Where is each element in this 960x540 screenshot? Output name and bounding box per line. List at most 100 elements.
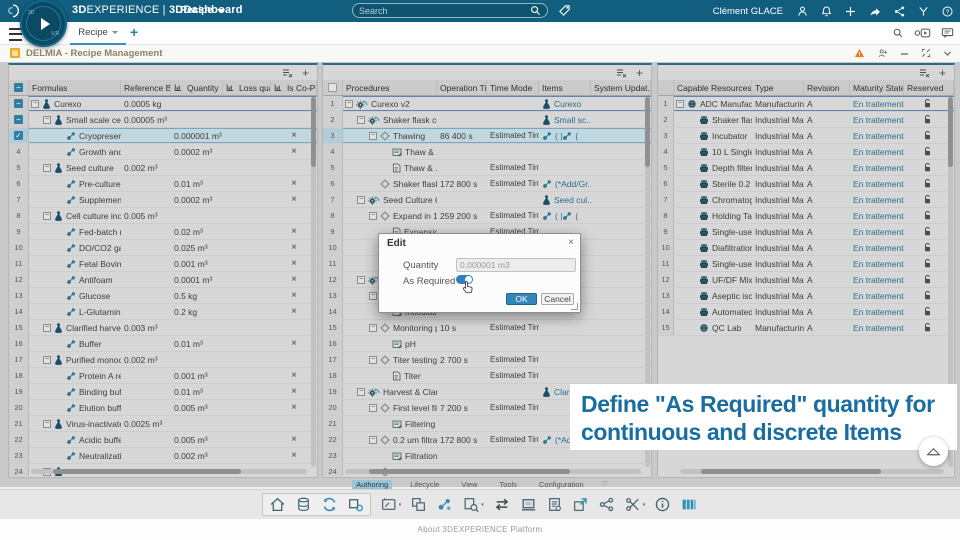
- horizontal-scrollbar[interactable]: [31, 469, 307, 474]
- table-row[interactable]: 2 Shaker flask Industrial Mac... A En tr…: [658, 112, 954, 128]
- table-row[interactable]: 18 Protein A resin 0.001 m³ ×: [9, 368, 317, 384]
- expander-icon[interactable]: −: [357, 275, 365, 284]
- expander-icon[interactable]: −: [31, 99, 39, 108]
- expander-icon[interactable]: −: [369, 323, 377, 332]
- row-head[interactable]: 16: [323, 336, 343, 351]
- row-head[interactable]: 8: [658, 208, 674, 223]
- row-head[interactable]: 11: [658, 256, 674, 271]
- row-checkbox[interactable]: −: [14, 99, 23, 108]
- column-header[interactable]: Capable Resources: [674, 80, 752, 95]
- column-header[interactable]: Reference Bat...: [121, 80, 171, 95]
- row-checkbox[interactable]: ✓: [14, 131, 23, 140]
- share-user-icon[interactable]: [877, 48, 888, 58]
- resize-grip[interactable]: [571, 303, 578, 310]
- product-structure-icon[interactable]: [347, 496, 364, 513]
- tag-icon[interactable]: [558, 4, 571, 17]
- row-head[interactable]: 9: [658, 224, 674, 239]
- search-input[interactable]: Search: [352, 3, 548, 18]
- table-row[interactable]: 22 Acidic buffer... 0.005 m³ ×: [9, 432, 317, 448]
- row-head[interactable]: 15: [658, 320, 674, 335]
- add-row-icon[interactable]: +: [939, 67, 946, 79]
- table-row[interactable]: 10 Diafiltration skid Industrial Mac... …: [658, 240, 954, 256]
- row-head[interactable]: 2: [658, 112, 674, 127]
- row-head[interactable]: 10: [9, 240, 29, 255]
- row-head[interactable]: 16: [9, 336, 29, 351]
- add-tab-button[interactable]: +: [130, 24, 138, 40]
- warning-icon[interactable]: [854, 48, 865, 58]
- row-head[interactable]: 20: [9, 400, 29, 415]
- row-head[interactable]: 20: [323, 400, 343, 415]
- search-results-icon[interactable]: ▾: [462, 496, 484, 513]
- export-box-icon[interactable]: [572, 496, 589, 513]
- swap-icon[interactable]: [493, 496, 511, 513]
- table-row[interactable]: 8 −Cell culture inoc... 0.005 m³: [9, 208, 317, 224]
- row-head[interactable]: 7: [9, 192, 29, 207]
- tab-recipe[interactable]: Recipe: [70, 22, 126, 45]
- row-head[interactable]: 8: [9, 208, 29, 223]
- row-head[interactable]: 3: [323, 128, 343, 143]
- table-row[interactable]: 4 Thaw & ...: [323, 144, 651, 160]
- table-row[interactable]: 11 Single-use chro... Industrial Mac... …: [658, 256, 954, 272]
- cut-icon[interactable]: ▾: [624, 496, 645, 513]
- row-head[interactable]: 13: [9, 288, 29, 303]
- search-page-icon[interactable]: [892, 27, 904, 39]
- select-all-checkbox[interactable]: −: [14, 83, 23, 92]
- table-row[interactable]: 8 −Expand in 1... 259 200 s Estimated Ti…: [323, 208, 651, 224]
- table-row[interactable]: 23 Neutralizatio... 0.002 m³ ×: [9, 448, 317, 464]
- column-header[interactable]: Loss quan...: [223, 80, 271, 95]
- column-header[interactable]: System Updat...: [591, 80, 651, 95]
- notifications-icon[interactable]: [820, 5, 833, 18]
- collaboration-icon[interactable]: [893, 5, 906, 18]
- table-row[interactable]: 3 Incubator Industrial Mac... A En trait…: [658, 128, 954, 144]
- tab-lifecycle[interactable]: Lifecycle: [406, 480, 443, 489]
- row-head[interactable]: 24: [9, 464, 29, 476]
- sketch-icon[interactable]: ▾: [380, 496, 401, 513]
- expander-icon[interactable]: −: [345, 99, 353, 108]
- table-row[interactable]: 7 −Seed Culture Gr... Seed cul...: [323, 192, 651, 208]
- expander-icon[interactable]: −: [43, 211, 51, 220]
- table-row[interactable]: 4 10 L Single Use ... Industrial Mac... …: [658, 144, 954, 160]
- column-header[interactable]: Maturity State: [850, 80, 904, 95]
- table-row[interactable]: 14 L-Glutamine 0.2 kg ×: [9, 304, 317, 320]
- table-row[interactable]: 6 Shaker flask... 172 800 s Estimated Ti…: [323, 176, 651, 192]
- user-name[interactable]: Clément GLACE: [713, 6, 783, 17]
- row-head[interactable]: −: [9, 112, 29, 127]
- row-head[interactable]: 4: [658, 144, 674, 159]
- flow-icon[interactable]: [598, 496, 615, 513]
- column-header[interactable]: Time Mode: [487, 80, 539, 95]
- table-row[interactable]: 15 −Clarified harvest 0.003 m³: [9, 320, 317, 336]
- table-row[interactable]: 5 Thaw & ... Estimated Time: [323, 160, 651, 176]
- expander-icon[interactable]: −: [369, 435, 377, 444]
- expander-icon[interactable]: −: [43, 163, 51, 172]
- column-header[interactable]: Quantity: [171, 80, 223, 95]
- row-head[interactable]: 19: [9, 384, 29, 399]
- row-head[interactable]: 6: [658, 176, 674, 191]
- data-setup-icon[interactable]: [295, 496, 312, 513]
- row-head[interactable]: 21: [323, 416, 343, 431]
- table-row[interactable]: 19 Binding buffer 0.01 m³ ×: [9, 384, 317, 400]
- table-row[interactable]: 23 Filtration: [323, 448, 651, 464]
- column-header[interactable]: Type: [752, 80, 804, 95]
- row-head[interactable]: 5: [323, 160, 343, 175]
- row-head[interactable]: 10: [323, 240, 343, 255]
- maximize-icon[interactable]: [921, 48, 931, 58]
- close-icon[interactable]: ×: [568, 237, 574, 248]
- row-head[interactable]: 10: [658, 240, 674, 255]
- scroll-thumb[interactable]: [368, 469, 570, 474]
- table-row[interactable]: 13 Glucose 0.5 kg ×: [9, 288, 317, 304]
- scroll-thumb[interactable]: [53, 469, 241, 474]
- column-header[interactable]: Revision: [804, 80, 850, 95]
- table-row[interactable]: 12 UF/DF Mixing skid Industrial Mac... A…: [658, 272, 954, 288]
- expander-icon[interactable]: −: [369, 291, 377, 300]
- row-head[interactable]: 23: [323, 448, 343, 463]
- horizontal-scrollbar[interactable]: [345, 469, 641, 474]
- row-head[interactable]: 18: [323, 368, 343, 383]
- expander-icon[interactable]: −: [43, 355, 51, 364]
- row-head[interactable]: 9: [323, 224, 343, 239]
- table-row[interactable]: 9 Fed-batch m... 0.02 m³ ×: [9, 224, 317, 240]
- row-head[interactable]: 6: [323, 176, 343, 191]
- expander-icon[interactable]: −: [357, 387, 365, 396]
- row-head[interactable]: 17: [323, 352, 343, 367]
- row-head[interactable]: 22: [9, 432, 29, 447]
- row-head[interactable]: 7: [323, 192, 343, 207]
